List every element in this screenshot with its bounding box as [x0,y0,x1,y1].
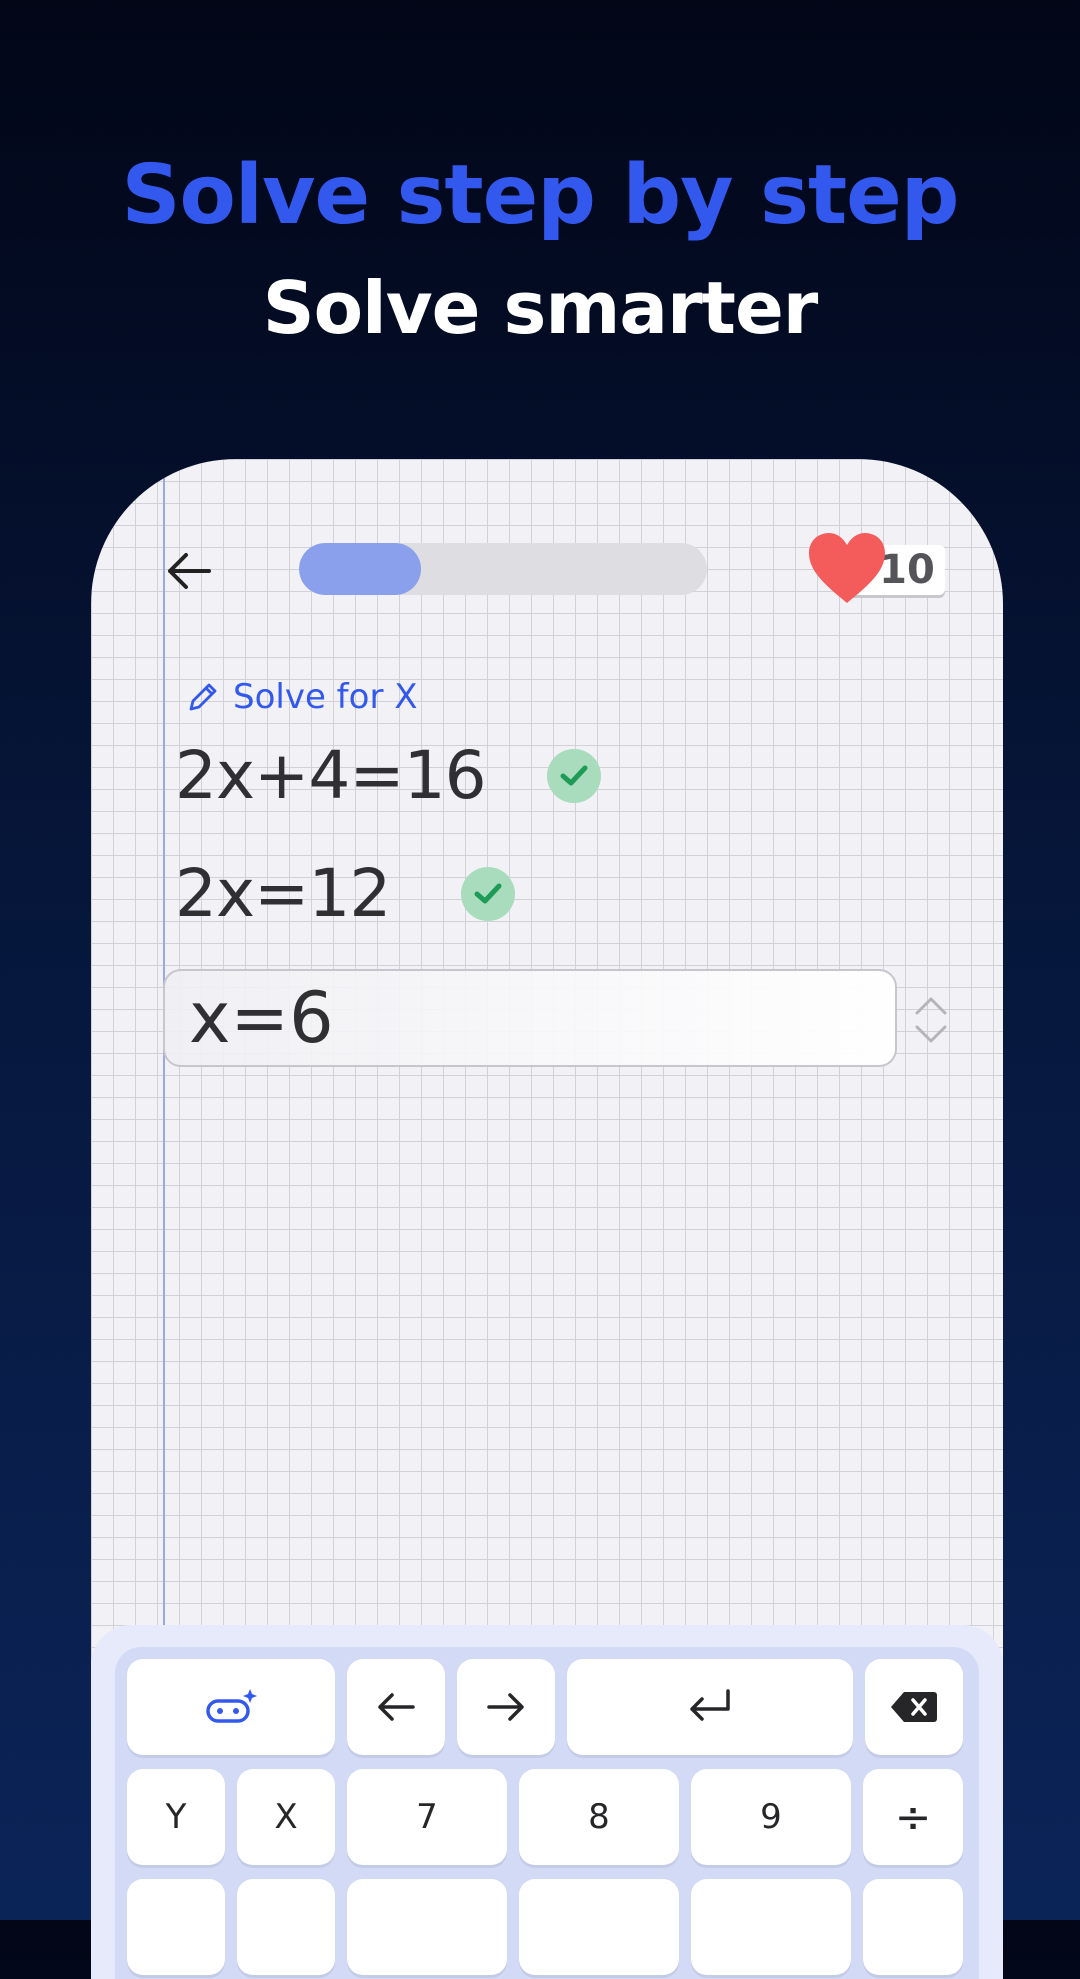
key-cursor-left[interactable] [347,1659,445,1755]
key-divide[interactable]: ÷ [863,1769,963,1865]
lesson-progress-bar [299,543,707,595]
checkmark-icon [560,765,588,786]
step-2-check-badge [461,867,515,921]
answer-value: x=6 [189,977,334,1059]
step-1-check-badge [547,749,601,803]
key-row3-3[interactable] [347,1879,507,1975]
line-stepper[interactable] [911,995,951,1045]
step-line-1: 2x+4=16 [175,737,487,814]
key-backspace[interactable] [865,1659,963,1755]
key-row3-6[interactable] [863,1879,963,1975]
key-x[interactable]: X [237,1769,335,1865]
headline-title: Solve step by step [121,148,960,243]
backspace-icon [891,1692,937,1722]
heart-icon [809,533,885,603]
key-row3-4[interactable] [519,1879,679,1975]
step-line-2: 2x=12 [175,855,391,932]
task-label: Solve for X [185,677,418,717]
pencil-icon [189,683,217,711]
headline-subtitle: Solve smarter [262,266,819,350]
phone-screen: 10 Solve for X 2x+4=16 2x=12 x=6 Y X 7 8… [91,459,1003,1979]
key-cursor-right[interactable] [457,1659,555,1755]
key-7[interactable]: 7 [347,1769,507,1865]
task-text: Solve for X [233,677,418,717]
key-8[interactable]: 8 [519,1769,679,1865]
arrow-left-icon [168,553,211,589]
answer-input[interactable]: x=6 [163,969,897,1067]
key-enter[interactable] [567,1659,853,1755]
key-row3-5[interactable] [691,1879,851,1975]
progress-fill [299,543,422,595]
key-game-mode[interactable] [127,1659,335,1755]
enter-icon [690,1689,730,1721]
checkmark-icon [474,883,502,904]
gamepad-sparkle-icon [206,1689,257,1723]
math-keyboard: Y X 7 8 9 ÷ [91,1625,1003,1979]
key-row3-1[interactable] [127,1879,225,1975]
arrow-left-icon [378,1693,415,1721]
back-button[interactable] [165,547,213,595]
key-row3-2[interactable] [237,1879,335,1975]
key-9[interactable]: 9 [691,1769,851,1865]
keyboard-keys-area: Y X 7 8 9 ÷ [115,1647,979,1979]
arrow-right-icon [487,1693,524,1721]
lives-counter: 10 [805,531,965,615]
chevron-up-down-icon [915,997,947,1043]
key-y[interactable]: Y [127,1769,225,1865]
